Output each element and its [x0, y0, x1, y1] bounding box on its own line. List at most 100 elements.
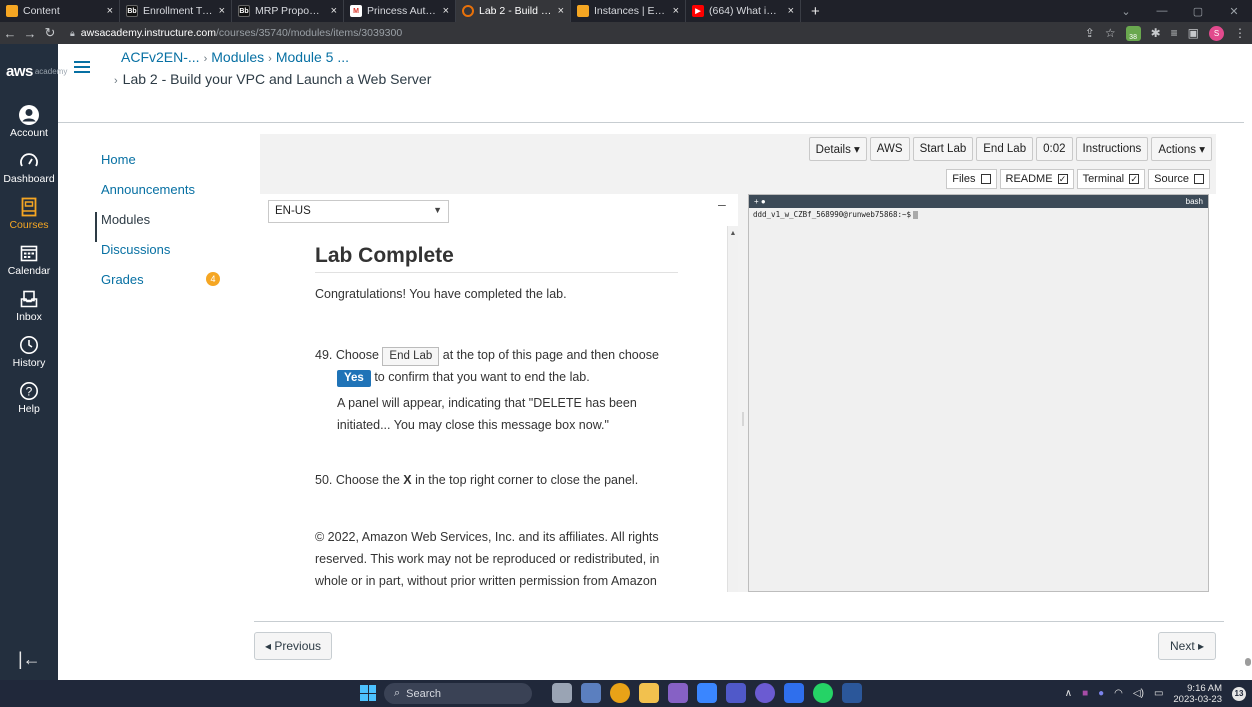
- url-field[interactable]: 🔒︎ awsacademy.instructure.com/courses/35…: [70, 27, 402, 39]
- files-toggle[interactable]: Files: [946, 169, 997, 189]
- reading-list-icon[interactable]: ≡: [1171, 26, 1178, 40]
- global-nav-account[interactable]: Account: [0, 98, 58, 144]
- course-nav-discussions[interactable]: Discussions: [101, 242, 226, 272]
- browser-tab[interactable]: Bb Enrollment Trends (1) ×: [120, 0, 232, 22]
- close-tab-icon[interactable]: ×: [443, 5, 449, 17]
- browser-tab[interactable]: Bb MRP Proposal Requir ×: [232, 0, 344, 22]
- global-nav-calendar[interactable]: Calendar: [0, 236, 58, 282]
- chrome-menu-icon[interactable]: ⋮: [1234, 26, 1246, 40]
- course-nav-grades[interactable]: Grades 4: [101, 272, 226, 302]
- details-button[interactable]: Details ▾: [808, 137, 867, 161]
- terminal-new-tab-icon[interactable]: + ●: [754, 197, 766, 206]
- scroll-up-arrow-icon[interactable]: ▲: [728, 230, 738, 237]
- splitter-grip[interactable]: [742, 412, 744, 426]
- collapse-nav-icon[interactable]: |←: [18, 649, 41, 670]
- task-view-icon[interactable]: [552, 683, 572, 703]
- battery-icon[interactable]: ▭: [1154, 688, 1163, 699]
- maximize-icon[interactable]: ▢: [1180, 5, 1216, 18]
- instructions-button[interactable]: Instructions: [1075, 137, 1149, 161]
- course-nav-modules[interactable]: Modules: [95, 212, 220, 242]
- previous-button[interactable]: ◂ Previous: [254, 632, 333, 660]
- close-tab-icon[interactable]: ×: [107, 5, 113, 17]
- tab-title: MRP Proposal Requir: [255, 5, 325, 17]
- teams-tray-icon[interactable]: ●: [1098, 688, 1104, 699]
- browser-tab-active[interactable]: Lab 2 - Build your VPC ×: [456, 0, 571, 22]
- actions-button[interactable]: Actions ▾: [1151, 137, 1212, 161]
- extensions-puzzle-icon[interactable]: ✱: [1151, 26, 1161, 40]
- global-nav-label: Account: [10, 127, 48, 139]
- breadcrumb-modules-link[interactable]: Modules: [211, 49, 264, 65]
- terminal-shell-label: bash: [1185, 197, 1203, 206]
- end-lab-button[interactable]: End Lab: [976, 137, 1034, 161]
- whatsapp-icon[interactable]: [813, 683, 833, 703]
- close-tab-icon[interactable]: ×: [673, 5, 679, 17]
- language-select[interactable]: EN-US ▼: [268, 200, 449, 223]
- webex-icon[interactable]: [784, 683, 804, 703]
- global-nav-dashboard[interactable]: Dashboard: [0, 144, 58, 190]
- course-nav-announcements[interactable]: Announcements: [101, 182, 226, 212]
- close-tab-icon[interactable]: ×: [219, 5, 225, 17]
- close-tab-icon[interactable]: ×: [331, 5, 337, 17]
- system-tray: ∧ ■ ● ◠ ◁) ▭ 9:16 AM 2023-03-23 13: [1065, 680, 1246, 707]
- global-nav-courses[interactable]: Courses: [0, 190, 58, 236]
- readme-toggle[interactable]: README ✓: [999, 169, 1074, 189]
- taskbar-search[interactable]: ⌕ Search: [384, 683, 532, 704]
- close-window-icon[interactable]: ✕: [1216, 5, 1252, 18]
- forward-arrow-icon[interactable]: →: [20, 26, 40, 41]
- word-icon[interactable]: [842, 683, 862, 703]
- profile-avatar[interactable]: S: [1209, 25, 1224, 41]
- browser-tab[interactable]: M Princess Auto - Offer ×: [344, 0, 456, 22]
- start-lab-button[interactable]: Start Lab: [912, 137, 974, 161]
- collapse-readme-icon[interactable]: –: [718, 196, 726, 212]
- source-toggle[interactable]: Source: [1148, 169, 1210, 189]
- aws-console-button[interactable]: AWS: [869, 137, 910, 161]
- breadcrumb-course-link[interactable]: ACFv2EN-...: [121, 49, 200, 65]
- page-scrollbar[interactable]: [1244, 44, 1252, 680]
- scrollbar-thumb[interactable]: [1245, 658, 1251, 666]
- minimize-icon[interactable]: —: [1144, 5, 1180, 17]
- global-nav-help[interactable]: ? Help: [0, 374, 58, 420]
- next-button[interactable]: Next ▸: [1158, 632, 1217, 660]
- courses-book-icon: [18, 196, 40, 218]
- remote-desktop-icon[interactable]: [697, 683, 717, 703]
- chrome-app-icon[interactable]: [610, 683, 630, 703]
- extension-badge-icon[interactable]: 38: [1125, 25, 1141, 41]
- dashboard-gauge-icon: [18, 150, 40, 172]
- terminal-panel[interactable]: + ● bash ddd_v1_w_CZBf_568990@runweb7586…: [748, 194, 1209, 592]
- taskbar-clock[interactable]: 9:16 AM 2023-03-23: [1173, 683, 1222, 705]
- visual-studio-icon[interactable]: [668, 683, 688, 703]
- readme-scrollbar[interactable]: ▲: [727, 226, 738, 592]
- file-explorer-icon[interactable]: [639, 683, 659, 703]
- side-panel-icon[interactable]: ▣: [1188, 26, 1199, 40]
- wifi-icon[interactable]: ◠: [1114, 688, 1123, 699]
- discord-icon[interactable]: [755, 683, 775, 703]
- tab-search-icon[interactable]: ⌄: [1108, 5, 1144, 18]
- toggle-label: Files: [952, 173, 976, 185]
- global-nav-history[interactable]: History: [0, 328, 58, 374]
- reload-icon[interactable]: ↻: [40, 25, 60, 41]
- snipping-tool-icon[interactable]: [581, 683, 601, 703]
- tray-overflow-chevron-icon[interactable]: ∧: [1065, 688, 1072, 699]
- close-tab-icon[interactable]: ×: [558, 5, 564, 17]
- notification-count-badge[interactable]: 13: [1232, 686, 1246, 701]
- bookmark-star-icon[interactable]: ☆: [1105, 26, 1116, 40]
- hamburger-menu-icon[interactable]: [74, 58, 90, 76]
- volume-icon[interactable]: ◁): [1133, 688, 1144, 699]
- terminal-toggle[interactable]: Terminal ✓: [1076, 169, 1146, 189]
- course-nav-home[interactable]: Home: [101, 152, 226, 182]
- close-tab-icon[interactable]: ×: [788, 5, 794, 17]
- browser-tab[interactable]: ▶ (664) What is MySQL ×: [686, 0, 801, 22]
- terminal-output[interactable]: ddd_v1_w_CZBf_568990@runweb75868:~$: [749, 208, 1208, 221]
- share-icon[interactable]: ⇪: [1085, 26, 1095, 40]
- panel-splitter[interactable]: [738, 194, 748, 592]
- new-tab-icon[interactable]: +: [801, 3, 830, 20]
- windows-start-icon[interactable]: [360, 685, 376, 701]
- aws-academy-logo[interactable]: aws academy: [0, 44, 67, 98]
- global-nav-inbox[interactable]: Inbox: [0, 282, 58, 328]
- teams-icon[interactable]: [726, 683, 746, 703]
- back-arrow-icon[interactable]: ←: [0, 26, 20, 41]
- browser-tab[interactable]: Instances | EC2 Mana ×: [571, 0, 686, 22]
- onenote-tray-icon[interactable]: ■: [1082, 688, 1088, 699]
- browser-tab[interactable]: Content ×: [0, 0, 120, 22]
- breadcrumb-module-link[interactable]: Module 5 ...: [276, 49, 349, 65]
